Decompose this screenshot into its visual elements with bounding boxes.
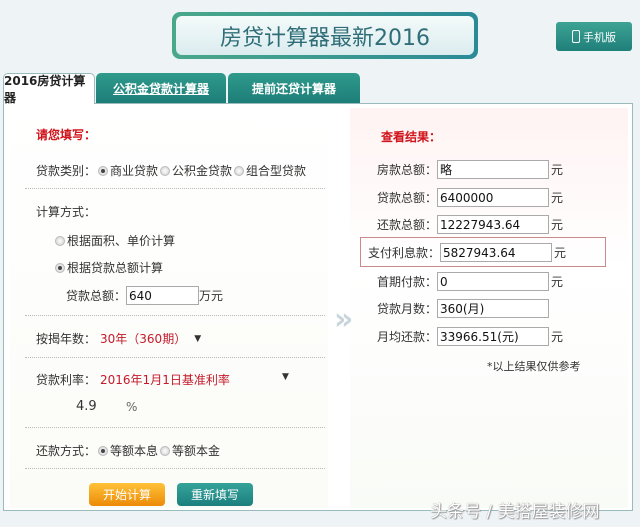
years-label: 按揭年数： <box>36 330 96 347</box>
result-unit: 元 <box>554 244 566 261</box>
result-value[interactable]: 12227943.64 <box>437 215 549 234</box>
loan-amount-input[interactable]: 640 <box>126 286 199 305</box>
radio-by-area[interactable] <box>55 236 65 246</box>
calc-method-label: 计算方式： <box>36 203 96 220</box>
phone-icon <box>572 30 580 43</box>
repay-equal-principal[interactable]: 等额本金 <box>172 442 220 459</box>
result-unit: 元 <box>551 328 563 345</box>
result-unit: 元 <box>551 216 563 233</box>
watermark: 头条号 / 美搭屋装修网 <box>430 497 600 522</box>
loan-type-combined[interactable]: 组合型贷款 <box>246 162 306 179</box>
results-note: *以上结果仅供参考 <box>487 358 581 374</box>
result-row: 房款总额：略元 <box>355 160 563 179</box>
result-label: 月均还款： <box>355 328 437 345</box>
amount-label: 贷款总额： <box>66 287 126 304</box>
result-value[interactable]: 6400000 <box>437 188 549 207</box>
radio-equal-principal[interactable] <box>160 446 170 456</box>
mobile-label: 手机版 <box>583 29 616 45</box>
result-row: 贷款总额：6400000元 <box>355 188 563 207</box>
years-select[interactable]: 30年（360期） <box>100 330 186 347</box>
repay-equal-installment[interactable]: 等额本息 <box>110 442 158 459</box>
result-label: 房款总额： <box>355 161 437 178</box>
results-heading: 查看结果： <box>381 128 441 145</box>
result-value[interactable]: 0 <box>437 272 549 291</box>
result-label: 支付利息款： <box>352 244 440 261</box>
radio-equal-installment[interactable] <box>98 446 108 456</box>
tab-provident-fund[interactable]: 公积金贷款计算器 <box>96 73 226 104</box>
tab-2016-mortgage[interactable]: 2016房贷计算器 <box>3 73 95 104</box>
rate-label: 贷款利率： <box>36 371 96 388</box>
divider <box>25 357 325 358</box>
radio-provident[interactable] <box>160 166 170 176</box>
radio-commercial[interactable] <box>98 166 108 176</box>
dropdown-arrow-icon[interactable]: ▼ <box>282 372 289 382</box>
chevron-right-icon: » <box>334 302 353 337</box>
loan-type-commercial[interactable]: 商业贷款 <box>110 162 158 179</box>
result-unit: 元 <box>551 161 563 178</box>
radio-combined[interactable] <box>234 166 244 176</box>
result-row: 还款总额：12227943.64元 <box>355 215 563 234</box>
result-value[interactable]: 略 <box>437 160 549 179</box>
radio-by-amount[interactable] <box>55 263 65 273</box>
page-title: 房贷计算器最新2016 <box>176 16 474 55</box>
mobile-version-button[interactable]: 手机版 <box>556 22 632 51</box>
calc-by-area[interactable]: 根据面积、单价计算 <box>67 232 175 249</box>
amount-unit: 万元 <box>199 287 223 304</box>
dropdown-arrow-icon[interactable]: ▼ <box>194 334 201 344</box>
result-value[interactable]: 360(月) <box>437 299 549 318</box>
result-value[interactable]: 33966.51(元) <box>437 327 549 346</box>
result-label: 首期付款： <box>355 273 437 290</box>
result-row: 贷款月数：360(月) <box>355 299 551 318</box>
rate-input[interactable]: 4.9 <box>76 399 97 414</box>
result-label: 贷款总额： <box>355 189 437 206</box>
calculate-button[interactable]: 开始计算 <box>89 483 165 506</box>
result-label: 还款总额： <box>355 216 437 233</box>
title-banner: 房贷计算器最新2016 <box>172 12 478 59</box>
rate-select[interactable]: 2016年1月1日基准利率 <box>100 371 230 388</box>
repay-label: 还款方式： <box>36 442 96 459</box>
result-value[interactable]: 5827943.64 <box>440 243 552 262</box>
divider <box>25 188 325 189</box>
reset-button[interactable]: 重新填写 <box>177 483 253 506</box>
result-row: 首期付款：0元 <box>355 272 563 291</box>
result-label: 贷款月数： <box>355 300 437 317</box>
result-unit: 元 <box>551 273 563 290</box>
tab-prepayment[interactable]: 提前还贷计算器 <box>228 73 360 104</box>
loan-type-provident[interactable]: 公积金贷款 <box>172 162 232 179</box>
result-unit: 元 <box>551 189 563 206</box>
calc-by-amount[interactable]: 根据贷款总额计算 <box>67 259 163 276</box>
form-heading: 请您填写： <box>36 126 96 143</box>
loan-type-label: 贷款类别： <box>36 162 96 179</box>
divider <box>25 468 325 469</box>
result-row: 支付利息款：5827943.64元 <box>352 243 566 262</box>
divider <box>25 315 325 316</box>
rate-unit: % <box>126 400 137 414</box>
divider <box>25 427 325 428</box>
result-row: 月均还款：33966.51(元)元 <box>355 327 563 346</box>
